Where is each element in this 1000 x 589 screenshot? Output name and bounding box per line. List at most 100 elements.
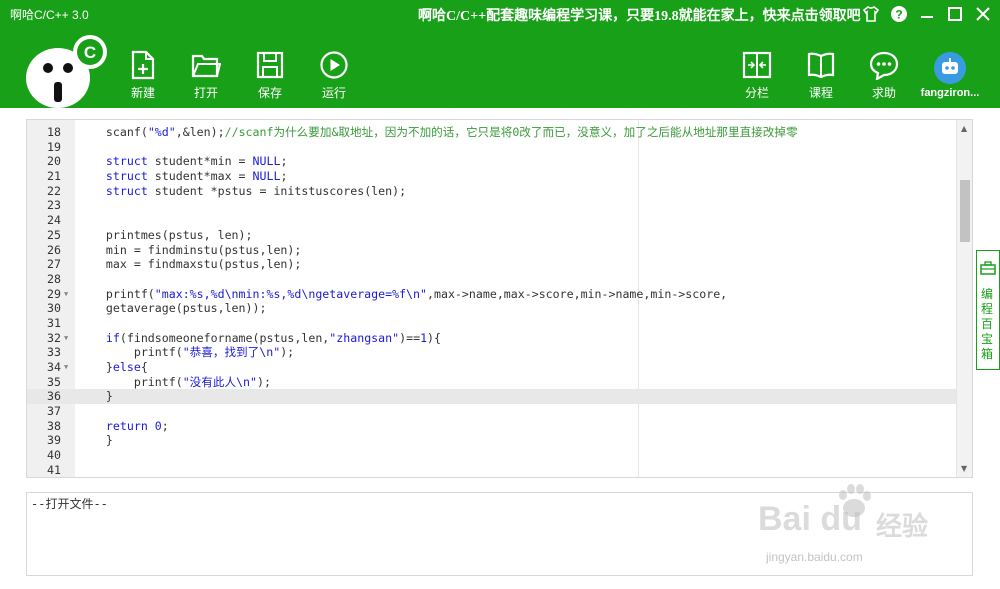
maximize-icon[interactable]	[944, 3, 966, 25]
code-text: return 0;	[105, 418, 169, 433]
code-line[interactable]: 24	[27, 213, 957, 228]
code-line[interactable]: 33 printf("恭喜，找到了\n");	[27, 345, 957, 360]
toolbox-label: 编程百宝箱	[981, 287, 994, 361]
scroll-thumb[interactable]	[960, 180, 970, 242]
code-line[interactable]: 23	[27, 198, 957, 213]
line-number: 35	[47, 374, 61, 389]
minimize-icon[interactable]	[916, 3, 938, 25]
code-text: struct student*min = NULL;	[105, 154, 288, 169]
code-line[interactable]: 30 getaverage(pstus,len));	[27, 301, 957, 316]
promo-banner[interactable]: 啊哈C/C++配套趣味编程学习课，只要19.8就能在家上，快来点击领取吧	[418, 5, 861, 25]
save-icon	[256, 51, 284, 79]
code-text: scanf("%d",&len);//scanf为什么要加&取地址，因为不加的话…	[78, 125, 798, 139]
code-line[interactable]: 37	[27, 404, 957, 419]
code-line[interactable]: 29 ▼ printf("max:%s,%d\nmin:%s,%d\ngetave…	[27, 287, 957, 302]
code-text: printf("恭喜，找到了\n");	[78, 345, 295, 360]
line-number: 24	[47, 213, 61, 228]
code-editor[interactable]: 18 scanf("%d",&len);//scanf为什么要加&取地址，因为不…	[26, 119, 973, 478]
main-toolbar: C 新建 打开 保存 运行 分栏 课程 求助 fangziron...	[0, 28, 1000, 108]
code-text: }	[78, 389, 113, 404]
run-label: 运行	[321, 86, 346, 100]
code-line[interactable]: 18 scanf("%d",&len);//scanf为什么要加&取地址，因为不…	[27, 125, 957, 140]
open-folder-icon	[191, 54, 221, 78]
code-line[interactable]: 36 }	[27, 389, 957, 405]
scroll-up-icon[interactable]: ▲	[961, 124, 967, 133]
split-label: 分栏	[744, 86, 769, 100]
code-text: struct student*max = NULL;	[105, 169, 288, 184]
code-line[interactable]: 34 ▼ }else{	[27, 360, 957, 375]
line-number: 26	[47, 242, 61, 257]
code-line[interactable]: 32 ▼ if(findsomeoneforname(pstus,len,"zha…	[27, 331, 957, 346]
course-button[interactable]: 课程	[797, 50, 845, 101]
fold-arrow-icon[interactable]: ▼	[64, 331, 68, 346]
fold-arrow-icon[interactable]: ▼	[64, 360, 68, 375]
toolbox-panel[interactable]: 编程百宝箱	[976, 250, 1000, 370]
help-button[interactable]: 求助	[860, 50, 908, 101]
line-number: 20	[47, 154, 61, 169]
code-text: max = findmaxstu(pstus,len);	[78, 257, 302, 272]
user-profile[interactable]: fangziron...	[918, 52, 982, 99]
svg-text:C: C	[84, 43, 96, 62]
line-number: 34	[47, 360, 61, 374]
editor-scrollbar[interactable]: ▲ ▼	[956, 120, 972, 477]
code-line[interactable]: 22 struct student *pstus = initstuscores…	[27, 184, 957, 199]
scroll-down-icon[interactable]: ▼	[961, 464, 967, 473]
line-number: 19	[47, 139, 61, 154]
code-text: }else{	[78, 360, 148, 374]
title-bar: 啊哈C/C++ 3.0 啊哈C/C++配套趣味编程学习课，只要19.8就能在家上…	[0, 0, 1000, 28]
open-label: 打开	[193, 86, 218, 100]
code-lines: 18 scanf("%d",&len);//scanf为什么要加&取地址，因为不…	[27, 125, 957, 477]
line-number: 40	[47, 448, 61, 463]
output-panel[interactable]: --打开文件--	[26, 492, 973, 576]
code-line[interactable]: 31	[27, 316, 957, 331]
line-number: 21	[47, 169, 61, 184]
output-text: --打开文件--	[31, 497, 108, 511]
avatar	[934, 52, 966, 84]
toolbox-icon	[980, 261, 996, 275]
save-label: 保存	[257, 86, 282, 100]
line-number: 32	[47, 330, 61, 345]
line-number: 36	[47, 389, 61, 404]
save-button[interactable]: 保存	[246, 50, 294, 101]
new-button[interactable]: 新建	[119, 50, 167, 101]
help-label: 求助	[871, 86, 896, 100]
line-number: 41	[47, 462, 61, 477]
code-line[interactable]: 21 struct student*max = NULL;	[27, 169, 957, 184]
line-number: 33	[47, 345, 61, 360]
code-line[interactable]: 20 struct student*min = NULL;	[27, 154, 957, 169]
code-line[interactable]: 40	[27, 448, 957, 463]
course-label: 课程	[808, 86, 833, 100]
app-logo: C	[26, 35, 107, 108]
fold-arrow-icon[interactable]: ▼	[64, 287, 68, 302]
code-line[interactable]: 27 max = findmaxstu(pstus,len);	[27, 257, 957, 272]
new-file-icon	[131, 50, 155, 80]
close-icon[interactable]	[972, 3, 994, 25]
help-chat-icon	[869, 51, 899, 80]
line-number: 25	[47, 227, 61, 242]
code-line[interactable]: 35 printf("没有此人\n");	[27, 375, 957, 390]
shirt-icon[interactable]	[860, 3, 882, 25]
line-number: 18	[47, 125, 61, 139]
run-button[interactable]: 运行	[310, 50, 358, 101]
code-line[interactable]: 38 return 0;	[27, 419, 957, 434]
help-icon[interactable]: ?	[888, 3, 910, 25]
code-line[interactable]: 19	[27, 140, 957, 155]
split-button[interactable]: 分栏	[733, 50, 781, 101]
open-button[interactable]: 打开	[182, 50, 230, 101]
code-line[interactable]: 25 printmes(pstus, len);	[27, 228, 957, 243]
code-line[interactable]: 39 }	[27, 433, 957, 448]
line-number: 23	[47, 198, 61, 213]
code-line[interactable]: 28	[27, 272, 957, 287]
course-book-icon	[807, 52, 835, 79]
code-text: getaverage(pstus,len));	[78, 301, 267, 316]
line-number: 29	[47, 286, 61, 301]
line-number: 39	[47, 433, 61, 448]
code-text: printf("max:%s,%d\nmin:%s,%d\ngetaverage…	[78, 286, 728, 301]
code-line[interactable]: 26 min = findminstu(pstus,len);	[27, 243, 957, 258]
code-line[interactable]: 41	[27, 462, 957, 477]
